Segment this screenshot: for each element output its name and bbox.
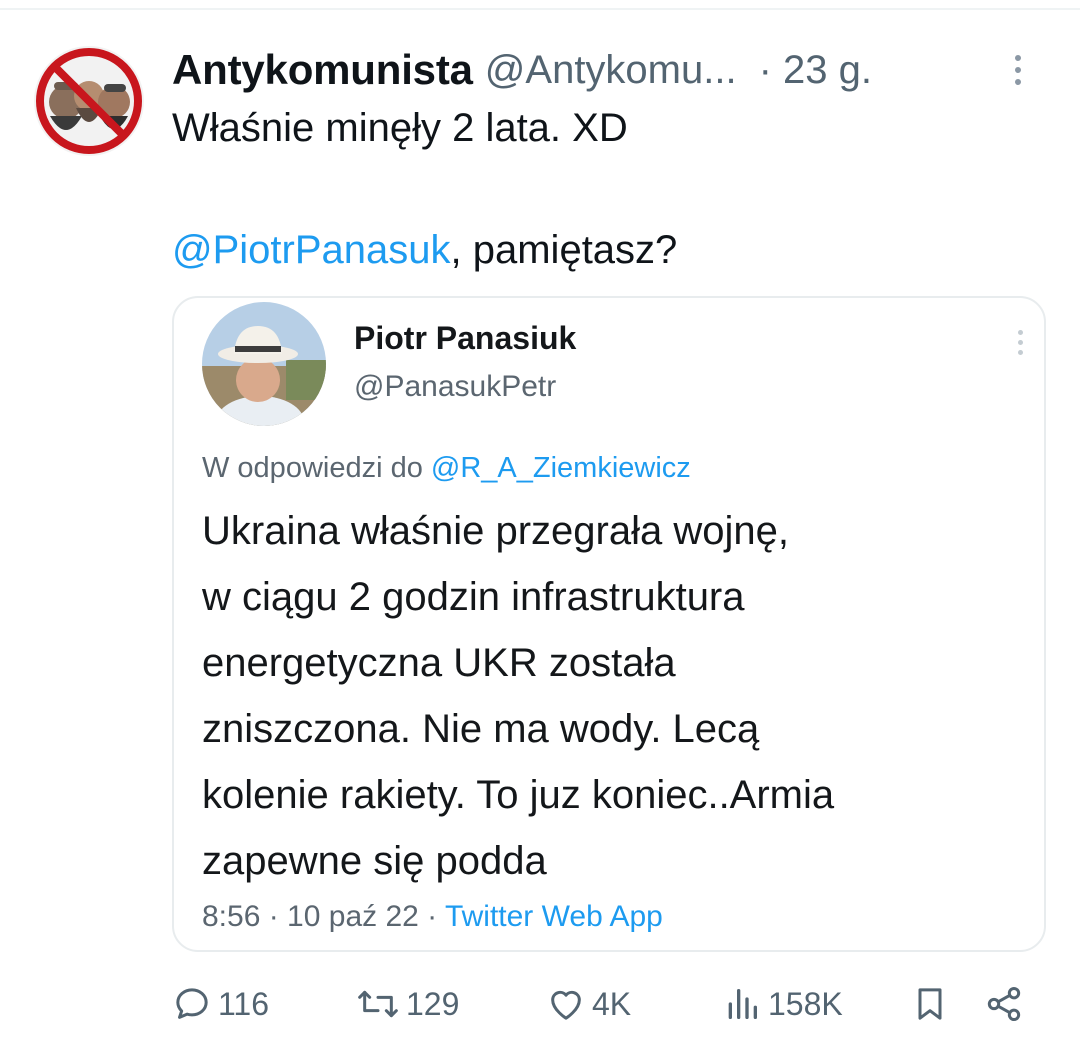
anti-communism-avatar-image: [34, 46, 144, 156]
tweet-action-bar: 116 129 4K 158K: [172, 972, 1032, 1036]
views-count: 158K: [768, 985, 843, 1022]
repost-count: 129: [406, 985, 460, 1022]
quoted-tweet-meta: 8:56 · 10 paź 22 · Twitter Web App: [202, 900, 663, 934]
bookmark-icon: [918, 988, 942, 1020]
like-button[interactable]: 4K: [546, 972, 631, 1036]
quoted-tweet-image[interactable]: Piotr Panasiuk @PanasukPetr W odpowiedzi…: [172, 296, 1046, 952]
tweet-mention-line: @PiotrPanasuk, pamiętasz?: [172, 222, 677, 278]
quoted-time: 8:56 · 10 paź 22 ·: [202, 900, 445, 933]
quoted-source-app: Twitter Web App: [444, 900, 663, 933]
mention-link[interactable]: @PiotrPanasuk: [172, 228, 451, 272]
author-handle[interactable]: @Antykomu...: [485, 48, 737, 93]
more-options-icon[interactable]: [996, 40, 1040, 100]
quoted-body-line: energetyczna UKR została: [202, 641, 676, 685]
repost-icon: [358, 990, 398, 1018]
author-display-name[interactable]: Antykomunista: [172, 46, 473, 94]
share-button[interactable]: [984, 972, 1024, 1036]
quoted-author-avatar: [202, 302, 326, 426]
quoted-body-line: zapewne się podda: [202, 839, 547, 883]
quoted-body-line: w ciągu 2 godzin infrastruktura: [202, 575, 745, 619]
quoted-body-line: kolenie rakiety. To juz koniec..Armia: [202, 773, 835, 817]
quoted-author-name: Piotr Panasiuk: [354, 320, 577, 356]
top-divider: [0, 8, 1080, 10]
reply-mention: @R_A_Ziemkiewicz: [430, 452, 691, 484]
man-in-hat-photo: [202, 302, 326, 426]
reply-button[interactable]: 116: [172, 972, 269, 1036]
like-count: 4K: [592, 985, 632, 1022]
reply-prefix: W odpowiedzi do: [202, 452, 431, 484]
quoted-body-line: zniszczona. Nie ma wody. Lecą: [202, 707, 760, 751]
quoted-author-handle: @PanasukPetr: [354, 370, 557, 403]
mention-suffix: , pamiętasz?: [450, 228, 678, 272]
bookmark-button[interactable]: [910, 972, 950, 1036]
reply-icon: [176, 988, 208, 1019]
share-icon: [987, 987, 1021, 1021]
author-avatar[interactable]: [34, 46, 144, 156]
tweet-text: Właśnie minęły 2 lata. XD: [172, 106, 628, 150]
repost-button[interactable]: 129: [356, 972, 459, 1036]
tweet-header: Antykomunista @Antykomu... · 23 g.: [172, 40, 1040, 100]
reply-count: 116: [218, 985, 270, 1022]
quoted-reply-context: W odpowiedzi do @R_A_Ziemkiewicz: [202, 452, 691, 485]
quoted-more-icon: [1010, 322, 1030, 362]
views-icon: [728, 989, 757, 1019]
quoted-body-line: Ukraina właśnie przegrała wojnę,: [202, 509, 789, 553]
like-icon: [551, 990, 581, 1020]
quoted-tweet-body: Ukraina właśnie przegrała wojnę, w ciągu…: [202, 498, 1042, 894]
views-button[interactable]: 158K: [722, 972, 843, 1036]
tweet-timestamp[interactable]: · 23 g.: [759, 48, 872, 93]
